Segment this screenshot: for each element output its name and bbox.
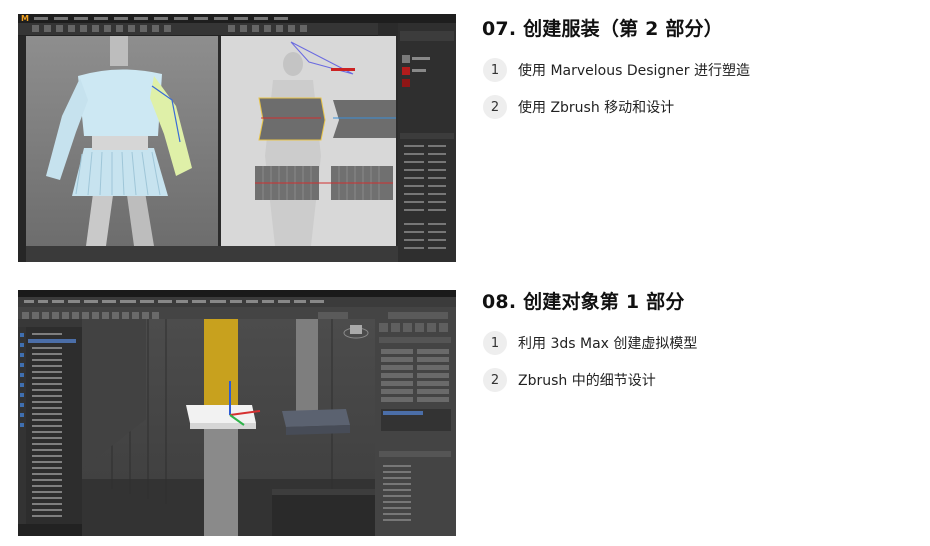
list-item: 1 使用 Marvelous Designer 进行塑造 — [482, 57, 922, 83]
md-title-bar: M — [18, 14, 456, 23]
step-number-badge: 1 — [483, 58, 507, 82]
3dsmax-screenshot — [18, 290, 456, 536]
pattern-layout-illustration — [255, 41, 396, 246]
step-number-badge: 2 — [483, 95, 507, 119]
section-garment-creation-part2: 07. 创建服装（第 2 部分） 1 使用 Marvelous Designer… — [482, 17, 922, 131]
marvelous-designer-screenshot: M — [18, 14, 456, 262]
md-menu-bar — [34, 14, 288, 23]
md-status-bar — [26, 246, 398, 262]
step-label: 使用 Marvelous Designer 进行塑造 — [518, 63, 750, 79]
max-command-panel — [375, 319, 456, 536]
md-left-toolstrip — [18, 36, 26, 262]
md-toolbar — [18, 23, 378, 36]
max-main-toolbar — [18, 307, 456, 320]
md-2d-pattern-window — [221, 36, 396, 246]
step-label: 利用 3ds Max 创建虚拟模型 — [518, 336, 698, 352]
section-title: 07. 创建服装（第 2 部分） — [482, 18, 723, 40]
step-label: Zbrush 中的细节设计 — [518, 373, 656, 389]
md-3d-viewport — [26, 36, 218, 246]
avatar-3d-illustration — [46, 36, 192, 246]
max-scene-explorer — [18, 319, 82, 524]
max-viewport-illustration — [82, 319, 375, 536]
step-label: 使用 Zbrush 移动和设计 — [518, 100, 675, 116]
max-viewport — [82, 319, 375, 536]
list-item: 1 利用 3ds Max 创建虚拟模型 — [482, 330, 922, 356]
md-property-panel — [398, 23, 456, 262]
section-title: 08. 创建对象第 1 部分 — [482, 291, 685, 313]
max-status-bar — [18, 524, 82, 536]
max-title-bar — [18, 290, 456, 297]
step-number-badge: 2 — [483, 368, 507, 392]
md-logo: M — [21, 14, 29, 23]
step-number-badge: 1 — [483, 331, 507, 355]
list-item: 2 Zbrush 中的细节设计 — [482, 367, 922, 393]
list-item: 2 使用 Zbrush 移动和设计 — [482, 94, 922, 120]
section-object-creation-part1: 08. 创建对象第 1 部分 1 利用 3ds Max 创建虚拟模型 2 Zbr… — [482, 290, 922, 404]
